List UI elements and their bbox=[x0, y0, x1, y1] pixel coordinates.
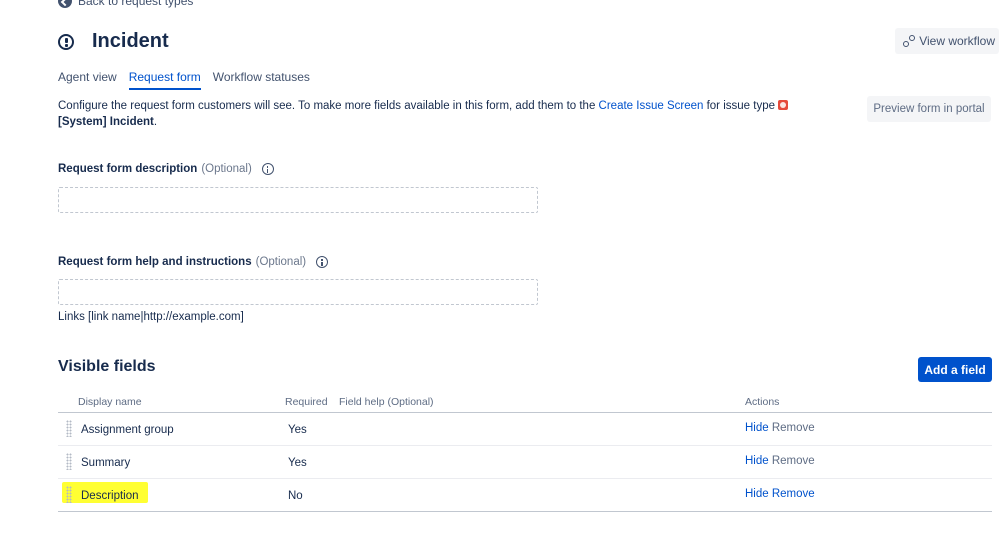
title-row: Incident bbox=[58, 30, 169, 53]
hide-link[interactable]: Hide bbox=[745, 455, 769, 467]
request-form-description-input[interactable] bbox=[58, 187, 538, 213]
field-required: Yes bbox=[288, 424, 307, 436]
intro-text: Configure the request form customers wil… bbox=[58, 98, 838, 130]
info-icon[interactable] bbox=[261, 163, 274, 175]
optional-tag: (Optional) bbox=[255, 256, 307, 268]
row-actions: Hide Remove bbox=[745, 455, 815, 467]
help-label-text: Request form help and instructions bbox=[58, 256, 252, 268]
drag-handle-icon[interactable] bbox=[66, 486, 72, 503]
optional-tag: (Optional) bbox=[201, 163, 252, 175]
field-name: Summary bbox=[81, 457, 131, 469]
remove-link[interactable]: Remove bbox=[772, 488, 815, 500]
field-required: No bbox=[288, 490, 303, 502]
field-help-optional: (Optional) bbox=[387, 396, 434, 408]
incident-type-icon bbox=[778, 100, 789, 110]
tab-agent-view[interactable]: Agent view bbox=[58, 70, 117, 90]
visible-fields-title: Visible fields bbox=[58, 358, 156, 375]
request-form-help-label: Request form help and instructions (Opti… bbox=[58, 256, 329, 268]
exclamation-circle-icon bbox=[58, 33, 74, 50]
workflow-icon bbox=[903, 35, 916, 47]
column-actions: Actions bbox=[745, 396, 780, 408]
tabs: Agent view Request form Workflow statuse… bbox=[58, 70, 310, 90]
view-workflow-button[interactable]: View workflow bbox=[895, 28, 999, 54]
description-label-text: Request form description bbox=[58, 163, 198, 175]
drag-handle-icon[interactable] bbox=[66, 453, 72, 470]
view-workflow-label: View workflow bbox=[919, 34, 995, 48]
links-hint: Links [link name|http://example.com] bbox=[58, 311, 244, 323]
table-row: Summary Yes Hide Remove bbox=[58, 446, 992, 479]
tab-workflow-statuses[interactable]: Workflow statuses bbox=[213, 70, 310, 90]
page-title: Incident bbox=[92, 30, 169, 52]
table-row: Description No Hide Remove bbox=[58, 479, 992, 512]
field-help-text: Field help bbox=[339, 396, 385, 408]
issue-type-name: [System] Incident bbox=[58, 116, 154, 128]
intro-text-after: for issue type bbox=[703, 100, 779, 112]
field-name: Assignment group bbox=[81, 424, 174, 436]
remove-link[interactable]: Remove bbox=[772, 422, 815, 434]
row-actions: Hide Remove bbox=[745, 422, 815, 434]
column-display-name: Display name bbox=[78, 396, 142, 408]
intro-text-end: . bbox=[153, 116, 158, 128]
column-field-help: Field help (Optional) bbox=[339, 396, 434, 408]
column-required: Required bbox=[285, 396, 328, 408]
request-form-help-input[interactable] bbox=[58, 279, 538, 305]
field-name: Description bbox=[81, 490, 139, 502]
row-actions: Hide Remove bbox=[745, 488, 815, 500]
field-required: Yes bbox=[288, 457, 307, 469]
preview-form-button[interactable]: Preview form in portal bbox=[867, 96, 991, 122]
visible-fields-table: Display name Required Field help (Option… bbox=[58, 394, 992, 512]
drag-handle-icon[interactable] bbox=[66, 420, 72, 437]
back-link-label: Back to request types bbox=[78, 0, 194, 8]
add-field-button[interactable]: Add a field bbox=[918, 357, 992, 382]
hide-link[interactable]: Hide bbox=[745, 488, 769, 500]
info-icon[interactable] bbox=[316, 256, 329, 268]
remove-link[interactable]: Remove bbox=[772, 455, 815, 467]
back-to-request-types-link[interactable]: Back to request types bbox=[58, 0, 193, 8]
intro-text-before: Configure the request form customers wil… bbox=[58, 100, 599, 112]
table-header: Display name Required Field help (Option… bbox=[58, 394, 992, 413]
arrow-left-circle-icon bbox=[58, 0, 72, 8]
hide-link[interactable]: Hide bbox=[745, 422, 769, 434]
create-issue-screen-link[interactable]: Create Issue Screen bbox=[599, 100, 704, 112]
tab-request-form[interactable]: Request form bbox=[128, 70, 201, 90]
table-row: Assignment group Yes Hide Remove bbox=[58, 413, 992, 446]
request-form-description-label: Request form description (Optional) bbox=[58, 163, 274, 175]
